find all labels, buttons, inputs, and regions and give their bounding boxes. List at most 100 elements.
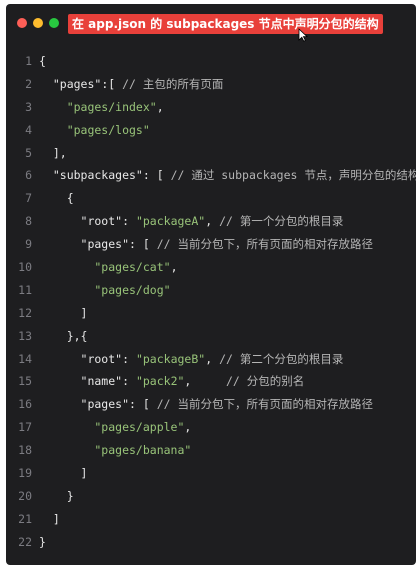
code-token-punct: } [39, 534, 46, 549]
code-line: 6 "subpackages": [ // 通过 subpackages 节点，… [6, 164, 416, 187]
line-number: 1 [25, 54, 32, 68]
code-token-comment: // 通过 subpackages 节点，声明分包的结构 [170, 168, 416, 183]
code-line: 13 },{ [6, 325, 416, 348]
code-text: "pages/logs" [39, 119, 150, 142]
line-number: 4 [25, 122, 32, 137]
code-text: "pages/dog" [39, 279, 171, 302]
code-line: 1{ [6, 50, 416, 73]
line-number: 22 [18, 534, 32, 549]
code-token-punct: , [205, 351, 220, 366]
code-token-punct: , [184, 420, 192, 435]
maximize-window-button[interactable] [49, 18, 59, 28]
code-token-punct: ] [39, 511, 60, 526]
code-text: ] [39, 508, 60, 531]
code-line: 15 "name": "pack2", // 分包的别名 [6, 370, 416, 393]
code-token-key: "name" [39, 374, 123, 389]
code-token-punct: , [170, 260, 178, 275]
code-token-str: "pages/logs" [39, 122, 150, 137]
code-text: "root": "packageA", // 第一个分包的根目录 [39, 210, 344, 233]
code-text: "pages/apple", [39, 416, 191, 439]
window-title: 在 app.json 的 subpackages 节点中声明分包的结构 [68, 14, 383, 34]
code-text: "pages/banana" [39, 439, 191, 462]
code-text: { [39, 50, 46, 73]
code-token-str: "pages/cat" [39, 260, 171, 275]
line-number: 16 [18, 397, 32, 412]
line-number: 15 [18, 374, 32, 389]
code-line: 17 "pages/apple", [6, 416, 416, 439]
line-number: 6 [25, 168, 32, 183]
line-number: 12 [18, 305, 32, 320]
code-line: 22} [6, 531, 416, 554]
code-token-comment: // 当前分包下，所有页面的相对存放路径 [156, 237, 373, 252]
line-number: 19 [18, 466, 32, 481]
code-line: 16 "pages": [ // 当前分包下，所有页面的相对存放路径 [6, 393, 416, 416]
window-titlebar: 在 app.json 的 subpackages 节点中声明分包的结构 [6, 4, 416, 42]
code-text: ] [39, 302, 88, 325]
code-text: } [39, 531, 46, 554]
code-line: 5 ], [6, 142, 416, 165]
code-line: 21 ] [6, 508, 416, 531]
code-line: 11 "pages/dog" [6, 279, 416, 302]
line-number: 21 [18, 511, 32, 526]
line-number: 20 [18, 488, 32, 503]
close-window-button[interactable] [17, 18, 27, 28]
code-token-punct: : [122, 351, 136, 366]
code-token-str: "pages/dog" [39, 282, 171, 297]
minimize-window-button[interactable] [33, 18, 43, 28]
line-number: 18 [18, 443, 32, 458]
code-line: 7 { [6, 187, 416, 210]
code-token-key: "pages" [39, 76, 102, 91]
code-line: 2 "pages":[ // 主包的所有页面 [6, 73, 416, 96]
code-text: "pages":[ // 主包的所有页面 [39, 73, 224, 96]
code-token-comment: // 分包的别名 [225, 374, 305, 389]
code-token-punct: , [184, 374, 226, 389]
code-token-punct: : [122, 214, 136, 229]
code-token-comment: // 当前分包下，所有页面的相对存放路径 [156, 397, 373, 412]
code-token-str: "pages/apple" [39, 420, 185, 435]
code-token-str: "packageA" [135, 214, 206, 229]
code-line: 19 ] [6, 462, 416, 485]
code-token-punct: : [ [129, 397, 157, 412]
code-text: "name": "pack2", // 分包的别名 [39, 370, 305, 393]
code-text: "pages/cat", [39, 256, 178, 279]
code-line: 20 } [6, 485, 416, 508]
code-token-comment: // 主包的所有页面 [122, 76, 224, 91]
code-token-str: "pack2" [135, 374, 185, 389]
code-token-punct: { [39, 191, 74, 206]
code-token-key: "pages" [39, 397, 130, 412]
code-text: "pages": [ // 当前分包下，所有页面的相对存放路径 [39, 233, 373, 256]
line-number: 10 [18, 260, 32, 275]
code-token-key: "pages" [39, 237, 130, 252]
line-number: 17 [18, 420, 32, 435]
code-token-punct: :[ [101, 76, 123, 91]
code-text: "root": "packageB", // 第二个分包的根目录 [39, 348, 344, 371]
line-number: 9 [25, 237, 32, 252]
line-number: 5 [25, 145, 32, 160]
code-text: } [39, 485, 74, 508]
code-text: "pages": [ // 当前分包下，所有页面的相对存放路径 [39, 393, 373, 416]
code-window: 在 app.json 的 subpackages 节点中声明分包的结构 1{2 … [6, 4, 416, 565]
code-line: 3 "pages/index", [6, 96, 416, 119]
code-token-punct: , [205, 214, 220, 229]
code-token-str: "pages/banana" [39, 443, 192, 458]
code-line: 12 ] [6, 302, 416, 325]
code-token-key: "subpackages" [39, 168, 143, 183]
code-token-punct: } [39, 488, 74, 503]
line-number: 3 [25, 99, 32, 114]
code-editor[interactable]: 1{2 "pages":[ // 主包的所有页面 3 "pages/index",… [6, 50, 416, 554]
code-token-punct: ], [39, 145, 67, 160]
code-token-punct: },{ [39, 328, 88, 343]
line-number: 2 [25, 76, 32, 91]
code-token-str: "packageB" [135, 351, 206, 366]
code-token-punct: : [ [129, 237, 157, 252]
arrow-cursor-icon [298, 28, 308, 42]
code-text: ], [39, 142, 67, 165]
code-token-key: "root" [39, 214, 123, 229]
code-token-punct: : [122, 374, 136, 389]
code-token-punct: , [156, 99, 164, 114]
code-line: 10 "pages/cat", [6, 256, 416, 279]
code-text: "subpackages": [ // 通过 subpackages 节点，声明… [39, 164, 416, 187]
code-token-comment: // 第一个分包的根目录 [219, 214, 344, 229]
line-number: 14 [18, 351, 32, 366]
code-token-punct: { [39, 54, 46, 68]
